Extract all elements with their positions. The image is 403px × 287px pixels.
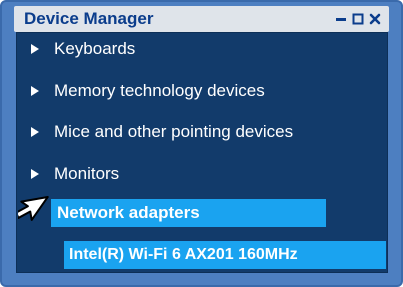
collapsed-arrow-icon[interactable] [28, 167, 42, 181]
tree-item-label: Memory technology devices [54, 81, 265, 100]
title-bar[interactable]: Device Manager [14, 6, 389, 32]
expanded-arrow-icon[interactable] [28, 206, 42, 220]
tree-item-label: Mice and other pointing devices [54, 122, 294, 141]
window-title: Device Manager [24, 9, 154, 28]
tree-child-label: Intel(R) Wi-Fi 6 AX201 160MHz [69, 246, 298, 263]
collapsed-arrow-icon[interactable] [28, 84, 42, 98]
tree-item-keyboards[interactable]: Keyboards [17, 35, 387, 63]
minimize-icon[interactable] [335, 13, 347, 25]
close-icon[interactable] [369, 13, 381, 25]
tree-item-memory-technology-devices[interactable]: Memory technology devices [17, 77, 387, 105]
maximize-icon[interactable] [352, 13, 364, 25]
tree-item-network-adapters[interactable]: Network adapters [17, 199, 387, 227]
tree-item-monitors[interactable]: Monitors [17, 160, 387, 188]
tree-child-intel-wifi[interactable]: Intel(R) Wi-Fi 6 AX201 160MHz [64, 241, 386, 269]
device-manager-window: Device Manager Keyboards Memory technolo… [0, 0, 403, 287]
tree-item-label: Keyboards [54, 39, 136, 58]
tree-item-mice[interactable]: Mice and other pointing devices [17, 118, 387, 146]
window-controls [335, 11, 381, 27]
tree-item-label: Network adapters [57, 203, 200, 222]
collapsed-arrow-icon[interactable] [28, 125, 42, 139]
collapsed-arrow-icon[interactable] [28, 42, 42, 56]
device-tree-panel: Keyboards Memory technology devices Mice… [16, 32, 388, 273]
tree-item-label: Monitors [54, 164, 120, 183]
